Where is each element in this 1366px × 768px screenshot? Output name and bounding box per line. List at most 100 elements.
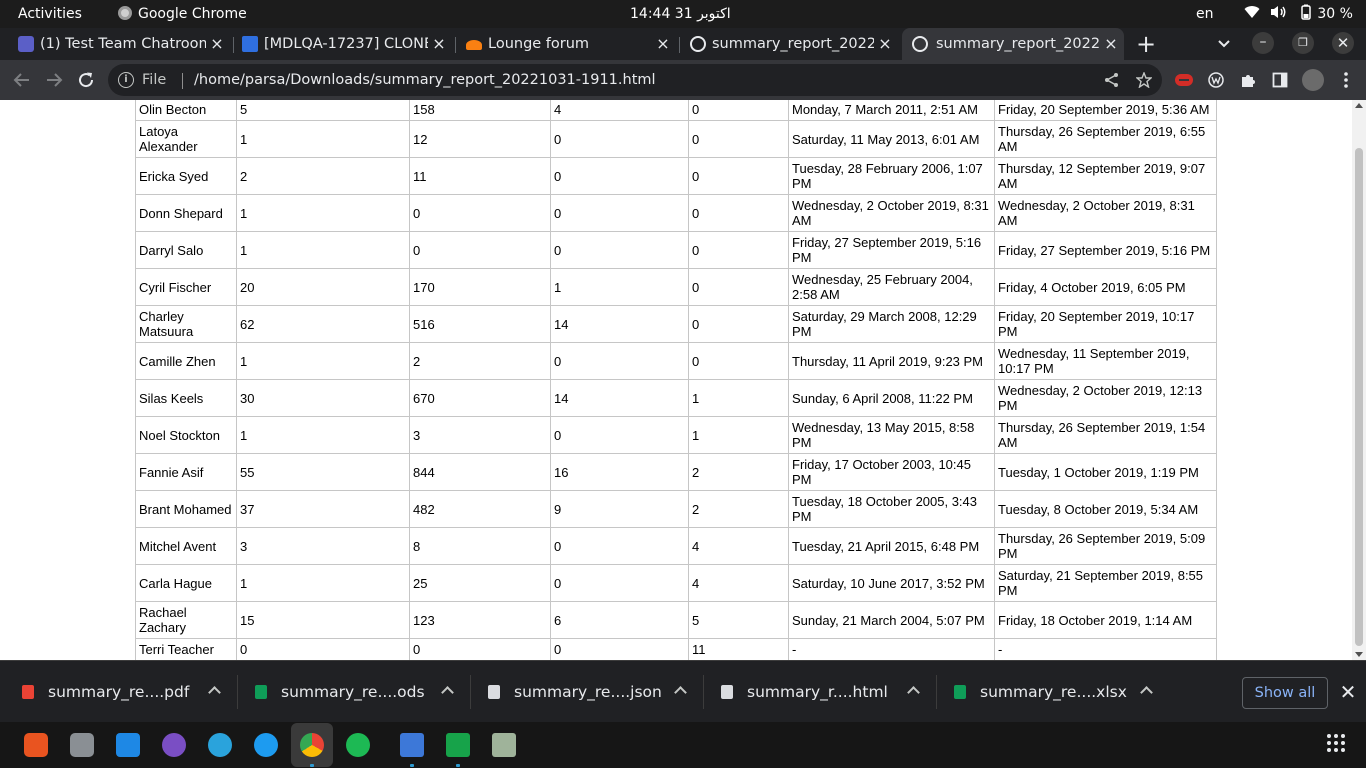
minimize-window-button[interactable]: –: [1252, 32, 1274, 54]
table-cell: Saturday, 21 September 2019, 8:55 PM: [994, 564, 1217, 602]
table-cell: 0: [409, 194, 551, 232]
table-cell: Olin Becton: [135, 100, 237, 121]
extension-lastpass[interactable]: [1172, 68, 1196, 92]
chevron-up-icon[interactable]: [208, 686, 221, 699]
back-button[interactable]: [10, 68, 34, 92]
table-cell: Thursday, 26 September 2019, 1:54 AM: [994, 416, 1217, 454]
chevron-up-icon[interactable]: [1140, 686, 1153, 699]
url-text[interactable]: /home/parsa/Downloads/summary_report_202…: [194, 64, 656, 96]
table-row: Silas Keels 30 670 14 1 Sunday, 6 April 2008,…: [135, 379, 1217, 417]
bookmark-star-icon[interactable]: [1136, 72, 1152, 88]
restore-window-button[interactable]: ❐: [1292, 32, 1314, 54]
share-icon[interactable]: [1104, 72, 1120, 88]
table-row: Noel Stockton 1 3 0 1 Wednesday, 13 May 2015,…: [135, 416, 1217, 454]
close-tab-icon[interactable]: ×: [432, 28, 446, 60]
software-center-icon[interactable]: [24, 733, 48, 757]
show-applications-icon[interactable]: [1326, 733, 1350, 757]
reload-button[interactable]: [74, 68, 98, 92]
close-tab-icon[interactable]: ×: [210, 28, 224, 60]
close-tab-icon[interactable]: ×: [1104, 28, 1118, 60]
table-row: Fannie Asif 55 844 16 2 Friday, 17 October 20…: [135, 453, 1217, 491]
table-cell: 3: [236, 527, 410, 565]
tab-summary-report-1[interactable]: summary_report_20221031 ×: [684, 28, 898, 60]
clock[interactable]: 14:44 31 اکتوبر: [630, 0, 731, 28]
close-download-shelf-icon[interactable]: ✕: [1338, 679, 1358, 705]
site-info-icon[interactable]: i: [118, 72, 134, 88]
w-extension-icon: [1208, 72, 1224, 88]
new-tab-button[interactable]: +: [1134, 32, 1158, 56]
profile-avatar[interactable]: [1302, 69, 1324, 91]
download-item-xlsx[interactable]: summary_re....xlsx: [954, 661, 1164, 723]
table-cell: 12: [409, 120, 551, 158]
close-window-button[interactable]: ✕: [1332, 32, 1354, 54]
tab-lounge-forum[interactable]: Lounge forum ×: [460, 28, 676, 60]
tab-title: (1) Test Team Chatroom: [40, 36, 206, 52]
tab-search-button[interactable]: [1212, 32, 1236, 56]
puzzle-icon: [1242, 75, 1255, 87]
table-cell: 0: [409, 638, 551, 660]
download-file-name: summary_re....pdf: [48, 683, 190, 701]
extension-w[interactable]: [1204, 68, 1228, 92]
trash-icon[interactable]: [492, 733, 516, 757]
address-bar[interactable]: i File /home/parsa/Downloads/summary_rep…: [108, 64, 1162, 96]
chevron-up-icon[interactable]: [907, 686, 920, 699]
close-tab-icon[interactable]: ×: [656, 28, 670, 60]
table-cell: Saturday, 11 May 2013, 6:01 AM: [788, 120, 995, 158]
table-cell: -: [788, 638, 995, 660]
table-cell: 158: [409, 100, 551, 121]
chrome-dock-icon[interactable]: [300, 733, 324, 757]
table-cell: 11: [688, 638, 789, 660]
more-vertical-icon: [1344, 72, 1348, 88]
close-tab-icon[interactable]: ×: [878, 28, 892, 60]
scroll-up-icon[interactable]: [1355, 103, 1363, 108]
chevron-up-icon[interactable]: [674, 686, 687, 699]
battery-icon: [1301, 4, 1311, 20]
table-cell: Tuesday, 28 February 2006, 1:07 PM: [788, 157, 995, 195]
extensions-button[interactable]: [1236, 68, 1260, 92]
table-cell: Wednesday, 2 October 2019, 12:13 PM: [994, 379, 1217, 417]
files-icon[interactable]: [70, 733, 94, 757]
side-panel-button[interactable]: [1268, 68, 1292, 92]
download-item-pdf[interactable]: summary_re....pdf: [22, 661, 232, 723]
json-file-icon: [488, 685, 500, 699]
page-viewport[interactable]: Olin Becton 5 158 4 0 Monday, 7 March 2011, 2…: [0, 100, 1352, 660]
table-cell: 16: [550, 453, 689, 491]
tor-browser-icon[interactable]: [162, 733, 186, 757]
text-editor-icon[interactable]: [400, 733, 424, 757]
table-cell: 1: [236, 416, 410, 454]
teams-icon: [18, 36, 34, 52]
tab-title: [MDLQA-17237] CLONE: [264, 36, 428, 52]
tab-summary-report-2[interactable]: summary_report_20221031 ×: [902, 28, 1124, 60]
grid-icon: [1327, 734, 1345, 752]
scroll-down-icon[interactable]: [1355, 652, 1363, 657]
calc-spreadsheet-icon[interactable]: [446, 733, 470, 757]
wifi-icon: [1244, 6, 1260, 19]
download-item-html[interactable]: summary_r....html: [721, 661, 931, 723]
download-item-ods[interactable]: summary_re....ods: [255, 661, 465, 723]
system-top-bar: Activities Google Chrome 14:44 31 اکتوبر…: [0, 0, 1366, 28]
app-menu[interactable]: Google Chrome: [118, 0, 247, 28]
tab-mdlqa-clone[interactable]: [MDLQA-17237] CLONE ×: [236, 28, 452, 60]
show-all-downloads-button[interactable]: Show all: [1242, 677, 1328, 709]
page-scrollbar[interactable]: [1352, 100, 1366, 660]
chevron-up-icon[interactable]: [441, 686, 454, 699]
spotify-icon[interactable]: [346, 733, 370, 757]
table-cell: 844: [409, 453, 551, 491]
forward-button[interactable]: [42, 68, 66, 92]
table-cell: 123: [409, 601, 551, 639]
download-item-json[interactable]: summary_re....json: [488, 661, 698, 723]
input-language[interactable]: en: [1196, 0, 1214, 28]
running-indicator: [456, 764, 460, 767]
twitter-icon[interactable]: [254, 733, 278, 757]
tab-test-team-chatroom[interactable]: (1) Test Team Chatroom ×: [12, 28, 230, 60]
scrollbar-thumb[interactable]: [1355, 148, 1363, 646]
system-status-area[interactable]: 30 %: [1244, 0, 1353, 28]
table-row: Rachael Zachary 15 123 6 5 Sunday, 21 March 2…: [135, 601, 1217, 639]
table-cell: 4: [688, 527, 789, 565]
table-cell: 0: [688, 120, 789, 158]
table-cell: 1: [688, 416, 789, 454]
telegram-icon[interactable]: [208, 733, 232, 757]
chrome-menu-button[interactable]: [1334, 68, 1358, 92]
vscode-icon[interactable]: [116, 733, 140, 757]
activities-button[interactable]: Activities: [18, 0, 82, 28]
